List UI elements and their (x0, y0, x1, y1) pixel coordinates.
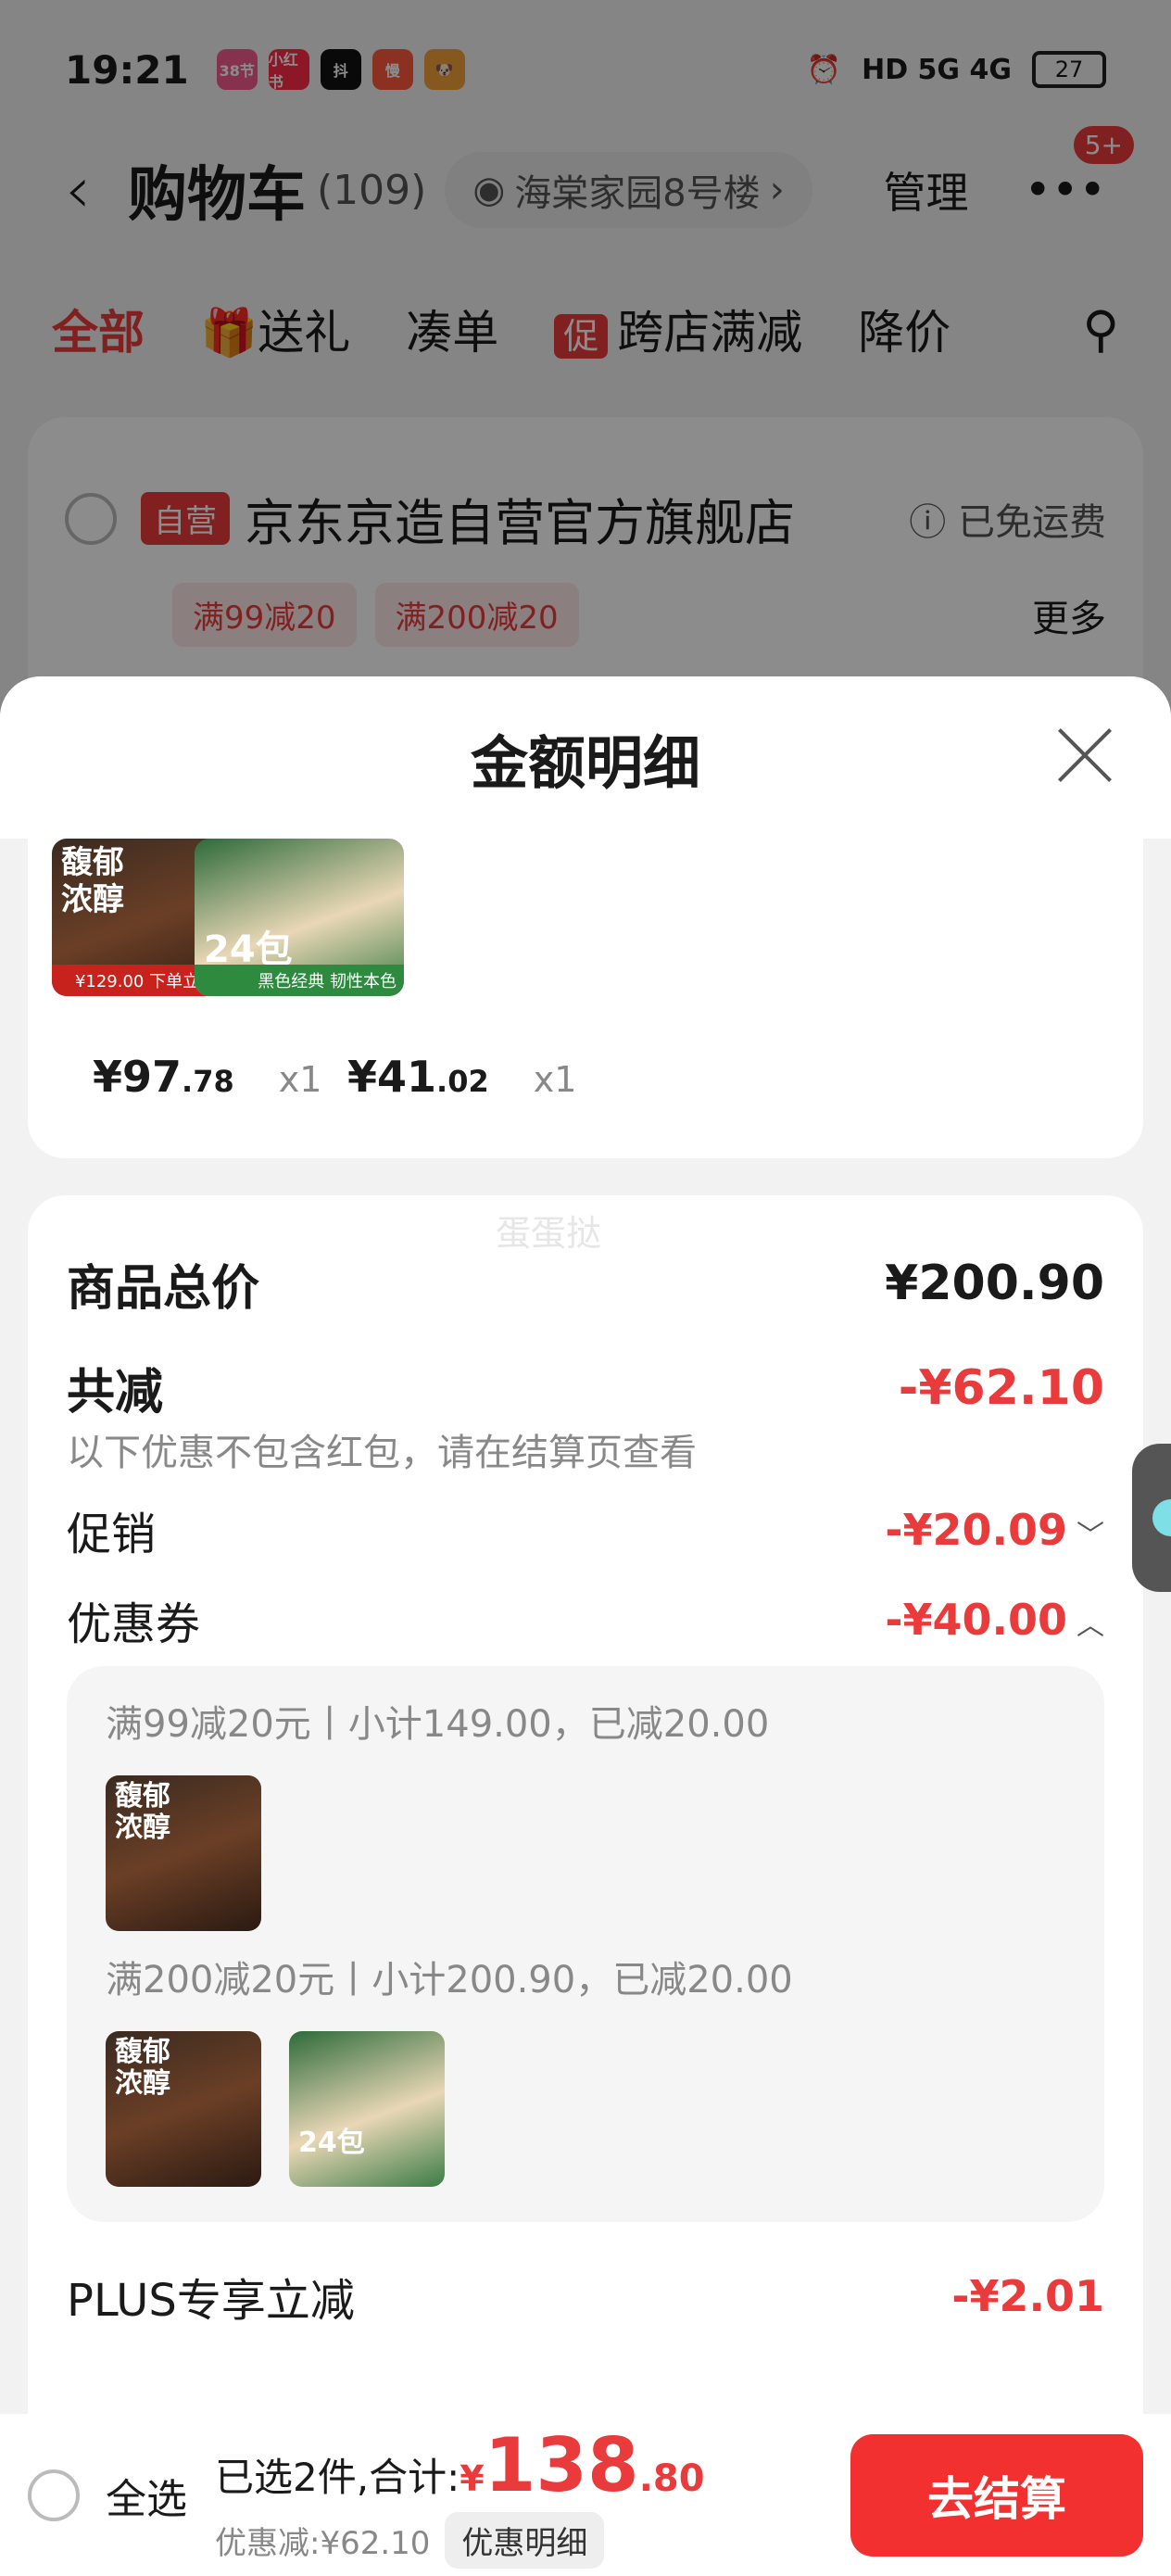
promo-value-wrap: -¥20.09 ﹀ (885, 1505, 1104, 1555)
saving-text: 优惠减:¥62.10 (215, 2524, 431, 2562)
plus-label: PLUS专享立减 (67, 2275, 355, 2327)
total-amount-dec: .80 (638, 2456, 705, 2500)
select-all-checkbox[interactable] (28, 2469, 80, 2521)
item-price-row: ¥41.02 x1 (347, 1052, 576, 1102)
product-thumbnail[interactable]: 馥郁 浓醇 (106, 1775, 261, 1931)
reduce-value: -¥62.10 (898, 1359, 1104, 1416)
coupon-thumbnails: 馥郁 浓醇 (106, 1775, 1065, 1931)
item-price-dec: .78 (182, 1064, 234, 1099)
order-summary: 已选2件,合计: ¥ 138 .80 优惠减:¥62.10 优惠明细 (215, 2422, 705, 2569)
sheet-title: 金额明细 (470, 728, 700, 797)
item-price: ¥97.78 (93, 1052, 234, 1102)
coupon-value: -¥40.00 (885, 1595, 1067, 1645)
total-value: ¥200.90 (885, 1256, 1104, 1311)
product-thumbnail[interactable]: 24包 (289, 2031, 445, 2187)
total-line: 已选2件,合计: ¥ 138 .80 (215, 2422, 705, 2508)
total-label: 商品总价 (67, 1260, 260, 1317)
discount-detail-button[interactable]: 优惠明细 (445, 2511, 605, 2569)
item-price-row: ¥97.78 x1 (93, 1052, 321, 1102)
floating-side-tab[interactable] (1132, 1444, 1171, 1592)
product-image-text: 馥郁 浓醇 (115, 2036, 170, 2100)
product-image-text: 24包 (298, 2127, 365, 2159)
item-price-int: ¥41 (347, 1052, 437, 1102)
selected-count: 已选2件,合计: (215, 2454, 460, 2500)
sheet-header: 金额明细 (0, 676, 1171, 839)
reduce-note: 以下优惠不包含红包，请在结算页查看 (67, 1432, 697, 1474)
promo-label: 促销 (67, 1508, 157, 1560)
coupon-thumbnails: 馥郁 浓醇 24包 (106, 2031, 1065, 2187)
product-image-banner: 黑色经典 韧性本色 (195, 965, 404, 996)
currency-symbol: ¥ (460, 2457, 485, 2499)
saving-line: 优惠减:¥62.10 优惠明细 (215, 2511, 705, 2569)
coupon-line: 满99减20元丨小计149.00，已减20.00 (106, 1703, 770, 1746)
reduce-row: 共减 -¥62.10 (67, 1353, 1104, 1422)
promo-row[interactable]: 促销 -¥20.09 ﹀ (67, 1476, 1104, 1583)
chevron-down-icon: ﹀ (1077, 1519, 1104, 1552)
product-image: 24包 黑色经典 韧性本色 (195, 839, 404, 996)
coupon-row[interactable]: 优惠券 -¥40.00 ︿ (67, 1583, 1104, 1657)
product-image-text: 24包 (204, 928, 293, 971)
product-image-text: 馥郁 浓醇 (115, 1780, 170, 1844)
amount-detail-sheet: 金额明细 馥郁 浓醇 ¥129.00 下单立减20元 24包 黑色经典 韧性本色… (0, 676, 1171, 2576)
product-thumbnail[interactable]: 馥郁 浓醇 (106, 2031, 261, 2187)
coupon-line: 满200减20元丨小计200.90，已减20.00 (106, 1959, 793, 2001)
item-quantity: x1 (278, 1059, 322, 1100)
coupon-value-wrap: -¥40.00 ︿ (885, 1595, 1104, 1645)
price-detail-card: 蛋蛋挞 商品总价 ¥200.90 共减 -¥62.10 以下优惠不包含红包，请在… (28, 1195, 1143, 2465)
items-card: 馥郁 浓醇 ¥129.00 下单立减20元 24包 黑色经典 韧性本色 ¥97.… (28, 839, 1143, 1158)
coupon-breakdown: 满99减20元丨小计149.00，已减20.00 馥郁 浓醇 满200减20元丨… (67, 1666, 1104, 2222)
reduce-label: 共减 (67, 1365, 164, 1421)
item-price-dec: .02 (436, 1064, 489, 1099)
checkout-button[interactable]: 去结算 (850, 2433, 1143, 2557)
checkout-bar: 全选 已选2件,合计: ¥ 138 .80 优惠减:¥62.10 优惠明细 去结… (0, 2414, 1171, 2576)
watermark: 蛋蛋挞 (496, 1213, 602, 1254)
total-amount-int: 138 (484, 2421, 639, 2508)
product-image-text: 馥郁 浓醇 (61, 844, 124, 918)
select-all[interactable]: 全选 (28, 2466, 187, 2525)
close-icon[interactable] (1052, 723, 1117, 788)
coupon-label: 优惠券 (67, 1598, 201, 1650)
plus-value: -¥2.01 (951, 2271, 1104, 2321)
product-thumbnail[interactable]: 24包 黑色经典 韧性本色 (195, 839, 404, 996)
promo-value: -¥20.09 (885, 1504, 1067, 1555)
item-price: ¥41.02 (347, 1052, 489, 1102)
chevron-up-icon: ︿ (1077, 1610, 1104, 1642)
item-quantity: x1 (533, 1059, 577, 1100)
select-all-label: 全选 (106, 2475, 187, 2523)
plus-row: PLUS专享立减 -¥2.01 (67, 2259, 1104, 2333)
item-price-int: ¥97 (93, 1052, 183, 1102)
